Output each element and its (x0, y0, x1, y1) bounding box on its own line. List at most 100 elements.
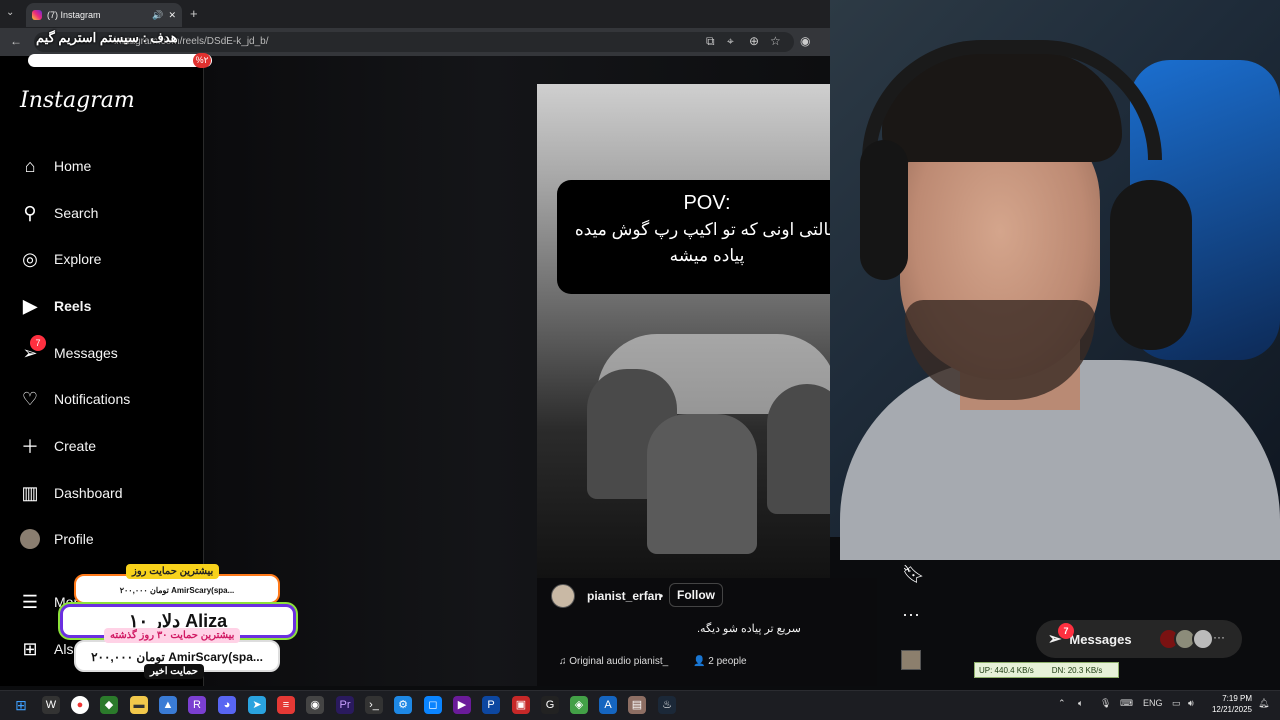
headphone-cup-left (860, 140, 908, 280)
file-explorer-icon[interactable]: ▬ (130, 696, 148, 714)
chrome-icon[interactable]: ● (71, 696, 89, 714)
back-icon[interactable]: ← (10, 34, 22, 48)
recent-donation-tag: حمایت اخیر (144, 664, 204, 679)
music-note-icon: ♫ (559, 656, 570, 667)
sidebar-item-dashboard[interactable]: ▥ Dashboard (20, 482, 122, 503)
rider-icon[interactable]: R (188, 696, 206, 714)
home-icon: ⌂ (24, 155, 36, 176)
reel-info: pianist_erfan • Follow سریع تر پیاده شو … (537, 578, 877, 686)
speaker-icon[interactable]: 🔊 (152, 10, 163, 21)
tray-microphone-icon[interactable]: 🎙︎ (1100, 698, 1111, 709)
sidebar-item-label: Reels (54, 298, 92, 314)
tray-chevron-icon[interactable]: ⌃ (1058, 698, 1066, 709)
pov-caption-box: POV: حالتی اونی که تو اکیپ رپ گوش میده پ… (557, 180, 830, 294)
sidebar-item-label: Search (54, 205, 99, 221)
tray-volume-icon[interactable]: 🔈︎ (1078, 698, 1083, 709)
sidebar-item-home[interactable]: ⌂ Home (20, 155, 92, 176)
tray-keyboard-icon[interactable]: ⌨ (1120, 698, 1133, 709)
separator-dot: • (659, 589, 664, 603)
sidebar-item-label: Notifications (54, 391, 131, 407)
top-donor-day-tag: بیشترین حمایت روز (126, 564, 220, 579)
messages-pill-label: Messages (1069, 631, 1132, 647)
app-green-icon[interactable]: ◈ (570, 696, 588, 714)
tab-instagram[interactable]: (7) Instagram 🔊 ✕ (26, 3, 182, 27)
messages-pill-badge: 7 (1058, 623, 1074, 639)
active-app-icon[interactable]: ◆ (100, 696, 118, 714)
save-bookmark-icon[interactable]: 🔖︎ (902, 564, 925, 585)
top-donor-30-days-tag: بیشترین حمایت ۳۰ روز گذشته (104, 628, 241, 643)
grid-icon: ⊞ (22, 638, 38, 659)
app-g-icon[interactable]: G (541, 696, 559, 714)
tray-network-icon[interactable]: ▭ (1172, 698, 1181, 709)
clock-time: 7:19 PM (1222, 694, 1252, 703)
clock-date: 12/21/2025 (1211, 705, 1252, 714)
pov-text: حالتی اونی که تو اکیپ رپ گوش میده پیاده … (574, 220, 830, 265)
sidebar-item-search[interactable]: ⚲ Search (20, 203, 98, 223)
discord-icon[interactable]: ◕ (218, 696, 236, 714)
search-icon: ⚲ (23, 202, 37, 223)
instagram-logo[interactable]: Instagram (20, 88, 135, 113)
tab-title: (7) Instagram (47, 10, 101, 20)
settings-app-icon[interactable]: ⚙ (394, 696, 412, 714)
start-icon[interactable]: ⊞ (12, 696, 30, 714)
donation-goal-bar (28, 54, 212, 67)
car-seat-rear (647, 414, 757, 554)
follow-button[interactable]: Follow (669, 583, 723, 607)
language-indicator[interactable]: ENG (1143, 698, 1163, 708)
sidebar-item-label: Create (54, 438, 97, 454)
obs-icon[interactable]: ◉ (306, 696, 324, 714)
menu-icon: ☰ (21, 591, 39, 612)
notification-bell-icon[interactable]: 🔔︎ (1258, 698, 1269, 709)
sidebar-item-label: Home (54, 158, 92, 174)
bookmark-star-icon[interactable]: ☆ (770, 34, 781, 48)
sidebar-item-create[interactable]: ＋ Create (20, 436, 97, 457)
reels-icon: ▶ (23, 295, 37, 316)
telegram-icon[interactable]: ➤ (248, 696, 266, 714)
original-audio-link[interactable]: ♫ Original audio pianist_ (559, 656, 668, 667)
reel-caption: سریع تر پیاده شو دیگه. (697, 623, 801, 635)
translate-icon[interactable]: ⌖ (727, 34, 734, 49)
close-tab-icon[interactable]: ✕ (168, 10, 176, 21)
sidebar-item-label: Profile (54, 531, 94, 547)
terminal-icon[interactable]: ›_ (365, 696, 383, 714)
author-avatar[interactable] (551, 584, 575, 608)
winrar-icon[interactable]: ▤ (628, 696, 646, 714)
sidebar-item-reels[interactable]: ▶ Reels (20, 296, 91, 316)
audio-label: Original audio pianist_ (569, 656, 669, 667)
dashboard-icon: ▥ (21, 482, 39, 503)
reel-video[interactable]: POV: حالتی اونی که تو اکیپ رپ گوش میده پ… (537, 84, 830, 578)
widget-app-icon[interactable]: W (42, 696, 60, 714)
app-red-icon[interactable]: ≡ (277, 696, 295, 714)
app-p-icon[interactable]: P (482, 696, 500, 714)
more-options-icon[interactable]: ··· (902, 604, 920, 625)
tray-speaker-icon[interactable]: 🔊︎ (1188, 698, 1194, 709)
system-clock[interactable]: 7:19 PM 12/21/2025 (1208, 693, 1252, 715)
author-username[interactable]: pianist_erfan (587, 589, 662, 603)
app-a-icon[interactable]: A (599, 696, 617, 714)
photos-icon[interactable]: ▲ (159, 696, 177, 714)
app-purple-icon[interactable]: ▶ (453, 696, 471, 714)
sidebar-item-profile[interactable]: Profile (20, 529, 94, 549)
new-tab-button[interactable]: + (190, 6, 198, 21)
tagged-people[interactable]: 👤 2 people (693, 656, 747, 667)
zoom-icon[interactable]: ⊕ (749, 34, 759, 48)
instagram-favicon-icon (32, 10, 42, 20)
people-label: 2 people (708, 656, 747, 667)
person-icon: 👤 (693, 656, 709, 667)
sidebar-item-explore[interactable]: ◎ Explore (20, 249, 101, 269)
tab-list-icon[interactable]: ⌄ (6, 7, 14, 18)
donation-goal-text: هدف : سیستم استریم گیم (36, 30, 178, 45)
messages-badge: 7 (30, 335, 46, 351)
steam-icon[interactable]: ♨ (658, 696, 676, 714)
app-red2-icon[interactable]: ▣ (512, 696, 530, 714)
install-app-icon[interactable]: ⧉ (706, 34, 715, 49)
incognito-icon[interactable]: ◉ (800, 34, 810, 48)
sidebar-item-messages[interactable]: ➢ 7 Messages (20, 335, 118, 363)
audio-thumbnail[interactable] (901, 650, 921, 670)
app-blue-icon[interactable]: ◻ (424, 696, 442, 714)
send-icon: ➢ 7 (1048, 623, 1074, 649)
download-speed: DN: 20.3 KB/s (1051, 665, 1103, 675)
sidebar-item-notifications[interactable]: ♡ Notifications (20, 389, 130, 409)
more-dots-icon[interactable]: ··· (1213, 630, 1225, 644)
premiere-icon[interactable]: Pr (336, 696, 354, 714)
